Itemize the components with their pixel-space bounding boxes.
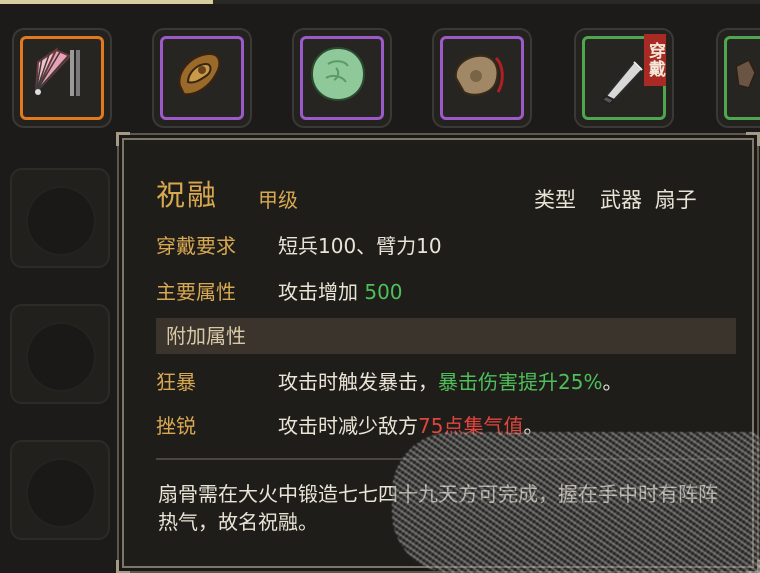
- side-slot-3[interactable]: [10, 440, 110, 540]
- item-name: 祝融: [156, 178, 219, 212]
- extra-attr-name: 狂暴: [156, 370, 196, 394]
- extra-attr-header: 附加属性: [156, 318, 736, 354]
- requirement-label: 穿戴要求: [156, 234, 236, 258]
- watermark-overlay: [392, 432, 760, 573]
- inventory-slot-pouch[interactable]: [432, 28, 532, 128]
- main-attr-value: 500: [364, 280, 403, 304]
- bronze-ornament-icon: [178, 52, 221, 96]
- extra-attr-end: 。: [602, 370, 623, 394]
- inventory-slot-cleaver[interactable]: 穿戴: [574, 28, 674, 128]
- inventory-slot-fan[interactable]: [12, 28, 112, 128]
- extra-attr-text: 攻击时触发暴击，: [278, 370, 438, 394]
- side-slot-2[interactable]: [10, 304, 110, 404]
- top-progress-fill: [0, 0, 213, 4]
- side-slot-1[interactable]: [10, 168, 110, 268]
- fan-icon: [35, 47, 80, 96]
- type-label: 类型: [534, 188, 576, 212]
- top-progress-line: [0, 0, 760, 4]
- inventory-slot-armor[interactable]: [716, 28, 760, 128]
- armor-piece-icon: [735, 59, 756, 89]
- pouch-icon: [454, 54, 504, 96]
- item-grade: 甲级: [258, 188, 298, 212]
- type-value: 武器 扇子: [600, 188, 697, 212]
- main-attr-label: 主要属性: [156, 280, 236, 304]
- main-attr-text: 攻击增加: [278, 280, 365, 304]
- extra-attr-name: 挫锐: [156, 414, 196, 438]
- inventory-slot-ornament[interactable]: [152, 28, 252, 128]
- cleaver-icon: [600, 60, 644, 106]
- jade-stone-icon: [310, 46, 366, 102]
- inventory-slot-jade[interactable]: [292, 28, 392, 128]
- requirement-value: 短兵100、臂力10: [278, 234, 442, 258]
- extra-attr-text: 攻击时减少敌方: [278, 414, 418, 438]
- equipped-badge: 穿戴: [644, 34, 666, 86]
- extra-attr-highlight: 暴击伤害提升25%: [438, 370, 603, 394]
